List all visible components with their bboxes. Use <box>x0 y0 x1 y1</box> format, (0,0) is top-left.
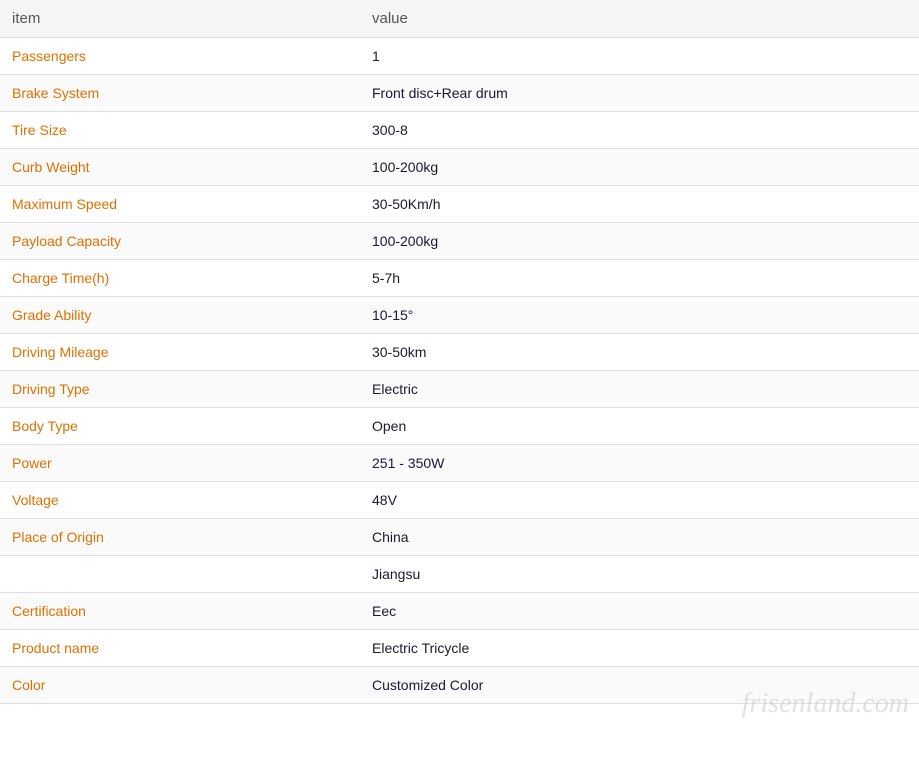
cell-item: Product name <box>0 630 360 667</box>
table-row: Driving Mileage30-50km <box>0 334 919 371</box>
table-row: Grade Ability10-15° <box>0 297 919 334</box>
cell-item: Driving Type <box>0 371 360 408</box>
cell-item: Curb Weight <box>0 149 360 186</box>
cell-value: Eec <box>360 593 919 630</box>
table-row: Curb Weight100-200kg <box>0 149 919 186</box>
cell-item: Color <box>0 667 360 704</box>
cell-value: China <box>360 519 919 556</box>
spec-table: item value Passengers1Brake SystemFront … <box>0 0 919 704</box>
cell-item: Tire Size <box>0 112 360 149</box>
table-body: Passengers1Brake SystemFront disc+Rear d… <box>0 38 919 704</box>
table-row: ColorCustomized Color <box>0 667 919 704</box>
cell-value: 5-7h <box>360 260 919 297</box>
cell-value: Open <box>360 408 919 445</box>
cell-value: Electric Tricycle <box>360 630 919 667</box>
cell-item: Payload Capacity <box>0 223 360 260</box>
table-row: Payload Capacity100-200kg <box>0 223 919 260</box>
table-row: Power251 - 350W <box>0 445 919 482</box>
col-value-header: value <box>360 0 919 38</box>
table-row: Charge Time(h)5-7h <box>0 260 919 297</box>
cell-value: 30-50Km/h <box>360 186 919 223</box>
cell-value: Front disc+Rear drum <box>360 75 919 112</box>
table-row: Place of OriginChina <box>0 519 919 556</box>
cell-item: Power <box>0 445 360 482</box>
cell-value: 251 - 350W <box>360 445 919 482</box>
cell-item: Voltage <box>0 482 360 519</box>
cell-value: 100-200kg <box>360 149 919 186</box>
cell-value: Jiangsu <box>360 556 919 593</box>
table-row: Body TypeOpen <box>0 408 919 445</box>
cell-value: Electric <box>360 371 919 408</box>
table-row: Tire Size300-8 <box>0 112 919 149</box>
cell-value: 48V <box>360 482 919 519</box>
cell-value: Customized Color <box>360 667 919 704</box>
table-row: Jiangsu <box>0 556 919 593</box>
cell-item: Body Type <box>0 408 360 445</box>
cell-item: Passengers <box>0 38 360 75</box>
table-row: Maximum Speed30-50Km/h <box>0 186 919 223</box>
table-row: Product nameElectric Tricycle <box>0 630 919 667</box>
cell-item <box>0 556 360 593</box>
cell-value: 30-50km <box>360 334 919 371</box>
cell-item: Certification <box>0 593 360 630</box>
cell-item: Grade Ability <box>0 297 360 334</box>
cell-value: 10-15° <box>360 297 919 334</box>
cell-value: 300-8 <box>360 112 919 149</box>
table-row: Passengers1 <box>0 38 919 75</box>
cell-item: Driving Mileage <box>0 334 360 371</box>
table-header-row: item value <box>0 0 919 38</box>
cell-item: Maximum Speed <box>0 186 360 223</box>
cell-item: Brake System <box>0 75 360 112</box>
col-item-header: item <box>0 0 360 38</box>
cell-value: 1 <box>360 38 919 75</box>
table-row: Driving TypeElectric <box>0 371 919 408</box>
spec-table-container: item value Passengers1Brake SystemFront … <box>0 0 919 704</box>
table-row: Voltage48V <box>0 482 919 519</box>
cell-value: 100-200kg <box>360 223 919 260</box>
table-row: Brake SystemFront disc+Rear drum <box>0 75 919 112</box>
cell-item: Charge Time(h) <box>0 260 360 297</box>
table-row: CertificationEec <box>0 593 919 630</box>
cell-item: Place of Origin <box>0 519 360 556</box>
